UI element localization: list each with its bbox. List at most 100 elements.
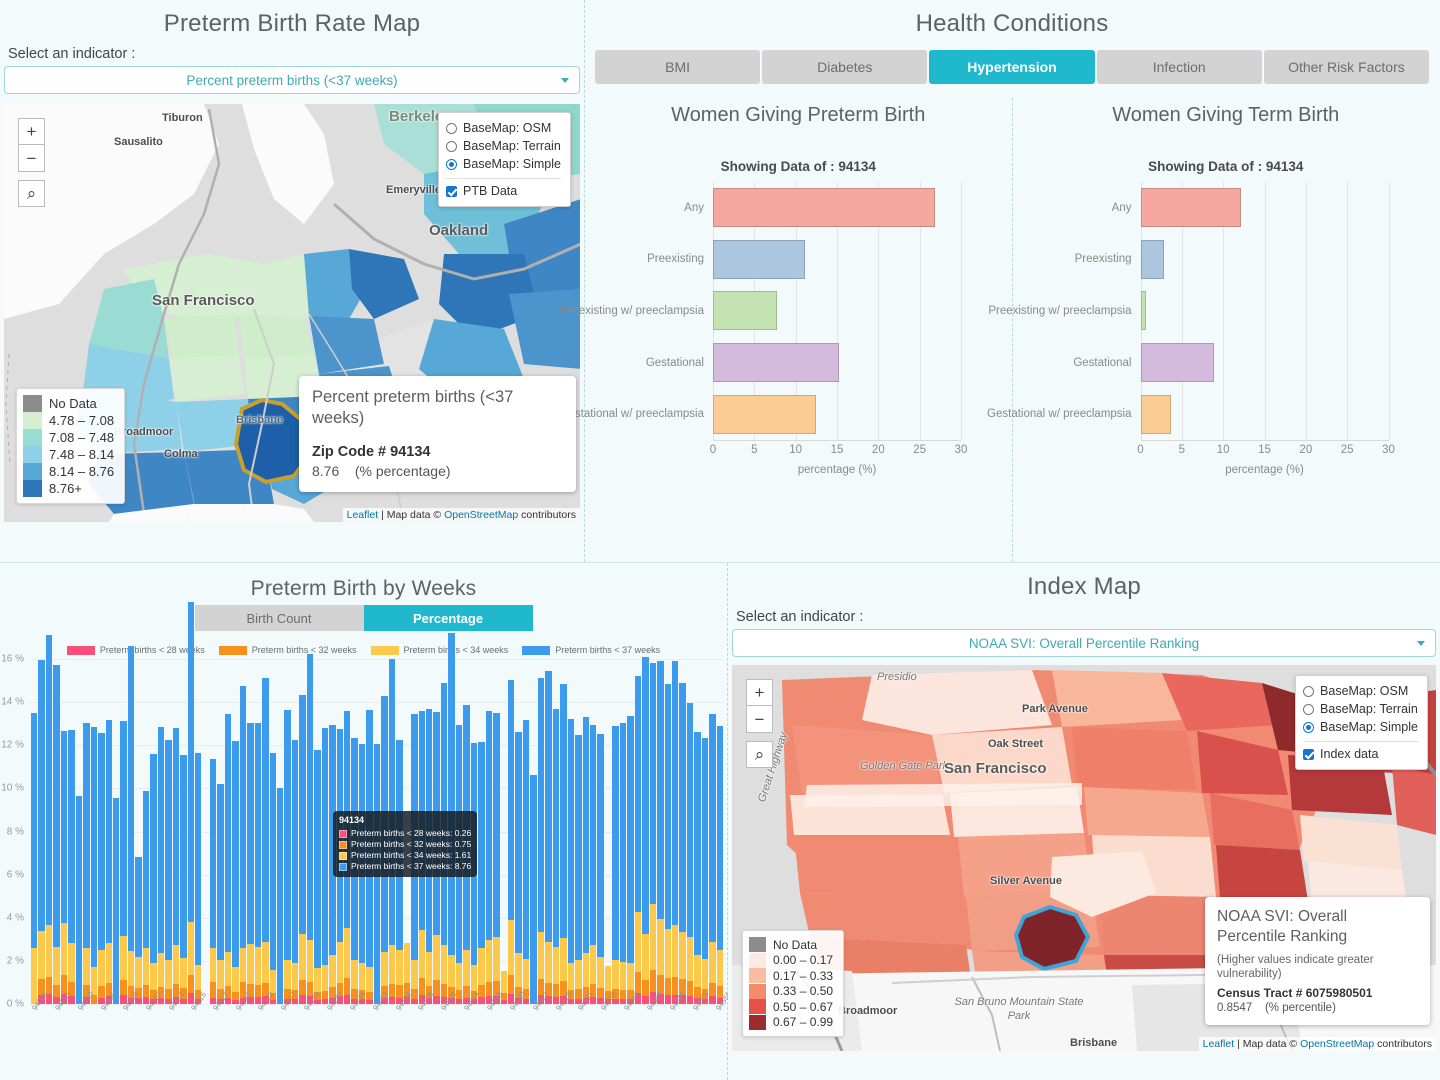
- stacked-bar[interactable]: [485, 711, 493, 1004]
- stacked-bar[interactable]: [530, 775, 537, 1004]
- stacked-bar[interactable]: [679, 682, 686, 1004]
- layers-control[interactable]: BaseMap: OSM BaseMap: Terrain BaseMap: S…: [438, 112, 571, 207]
- stacked-bar[interactable]: [262, 677, 269, 1004]
- legend-item[interactable]: Preterm births < 34 weeks: [370, 645, 508, 655]
- tab-hypertension[interactable]: Hypertension: [929, 50, 1095, 84]
- stacked-bar[interactable]: [306, 654, 314, 1004]
- basemap-terrain-option[interactable]: BaseMap: Terrain: [1303, 700, 1418, 718]
- stacked-bar[interactable]: [127, 646, 135, 1004]
- stacked-bar[interactable]: [254, 722, 262, 1004]
- stacked-bar[interactable]: [239, 685, 247, 1004]
- radio-icon[interactable]: [446, 140, 458, 152]
- basemap-simple-option[interactable]: BaseMap: Simple: [446, 155, 561, 173]
- stacked-bar[interactable]: [634, 675, 642, 1004]
- stacked-bar[interactable]: [649, 662, 657, 1004]
- stacked-bar[interactable]: [589, 725, 597, 1004]
- indicator-select[interactable]: Percent preterm births (<37 weeks): [4, 66, 580, 94]
- stacked-bar[interactable]: [180, 754, 187, 1004]
- bar[interactable]: [1140, 291, 1147, 331]
- stacked-bar[interactable]: [53, 664, 60, 1004]
- tab-other-risk-factors[interactable]: Other Risk Factors: [1263, 50, 1430, 84]
- stacked-bar[interactable]: [619, 723, 627, 1004]
- stacked-bar[interactable]: [194, 753, 202, 1004]
- radio-icon-selected[interactable]: [1303, 721, 1315, 733]
- stacked-bar[interactable]: [664, 684, 671, 1004]
- index-map-zoom-controls[interactable]: + − ⌕: [746, 679, 773, 768]
- openstreetmap-link[interactable]: OpenStreetMap: [1300, 1038, 1374, 1050]
- stacked-bar[interactable]: [537, 678, 545, 1004]
- stacked-bar[interactable]: [545, 671, 552, 1004]
- stacked-bar[interactable]: [224, 714, 232, 1004]
- tab-infection[interactable]: Infection: [1096, 50, 1262, 84]
- stacked-bar[interactable]: [217, 784, 224, 1004]
- toggle-percentage[interactable]: Percentage: [363, 605, 533, 631]
- stacked-bar[interactable]: [112, 798, 120, 1004]
- stacked-bar[interactable]: [493, 713, 500, 1004]
- basemap-osm-option[interactable]: BaseMap: OSM: [1303, 682, 1418, 700]
- bar[interactable]: [713, 188, 936, 228]
- stacked-bar[interactable]: [90, 726, 98, 1004]
- stacked-bar[interactable]: [247, 722, 254, 1004]
- health-condition-tabs[interactable]: BMI Diabetes Hypertension Infection Other Ri…: [585, 50, 1439, 84]
- preterm-map[interactable]: Tiburon Sausalito Berkeley Emeryville Oa…: [4, 104, 580, 522]
- stacked-bar[interactable]: [105, 719, 112, 1004]
- index-map[interactable]: Presidio Park Avenue Oak Street Golden G…: [732, 665, 1436, 1051]
- ptb-data-option[interactable]: PTB Data: [446, 182, 561, 200]
- stacked-bar[interactable]: [657, 660, 664, 1004]
- stacked-bar[interactable]: [560, 683, 567, 1004]
- stacked-bar[interactable]: [45, 634, 53, 1004]
- stacked-bar[interactable]: [686, 702, 694, 1004]
- stacked-bar[interactable]: [31, 712, 38, 1004]
- stacked-bar[interactable]: [38, 660, 45, 1004]
- zoom-in-button[interactable]: +: [746, 679, 773, 706]
- index-data-option[interactable]: Index data: [1303, 745, 1418, 763]
- stacked-bar[interactable]: [150, 754, 157, 1004]
- stacked-bar[interactable]: [284, 709, 291, 1004]
- bar[interactable]: [713, 394, 817, 434]
- bar[interactable]: [1140, 343, 1215, 383]
- openstreetmap-link[interactable]: OpenStreetMap: [444, 509, 518, 521]
- weeks-toggle[interactable]: Birth Count Percentage: [0, 605, 727, 631]
- index-indicator-select[interactable]: NOAA SVI: Overall Percentile Ranking: [732, 629, 1436, 657]
- legend-item[interactable]: Preterm births < 28 weeks: [66, 645, 205, 655]
- bar[interactable]: [713, 239, 805, 279]
- bar[interactable]: [713, 343, 840, 383]
- stacked-bar[interactable]: [694, 731, 701, 1004]
- tab-diabetes[interactable]: Diabetes: [762, 50, 928, 84]
- stacked-bar[interactable]: [515, 732, 522, 1004]
- stacked-bar[interactable]: [98, 733, 105, 1004]
- stacked-bar[interactable]: [321, 727, 329, 1004]
- checkbox-icon-checked[interactable]: [446, 185, 458, 197]
- stacked-bar[interactable]: [83, 722, 90, 1004]
- search-icon[interactable]: ⌕: [18, 180, 45, 207]
- stacked-bar[interactable]: [642, 656, 649, 1004]
- zoom-out-button[interactable]: −: [746, 706, 773, 733]
- stacked-bar[interactable]: [575, 734, 582, 1004]
- stacked-bar[interactable]: [299, 695, 306, 1004]
- basemap-osm-option[interactable]: BaseMap: OSM: [446, 119, 561, 137]
- stacked-bar[interactable]: [478, 742, 485, 1004]
- stacked-bar[interactable]: [671, 661, 679, 1004]
- stacked-bar[interactable]: [68, 730, 75, 1004]
- tab-bmi[interactable]: BMI: [595, 50, 761, 84]
- toggle-birth-count[interactable]: Birth Count: [194, 605, 364, 631]
- stacked-bar[interactable]: [276, 788, 284, 1004]
- stacked-bar[interactable]: [60, 730, 68, 1004]
- legend-item[interactable]: Preterm births < 37 weeks: [522, 645, 660, 655]
- leaflet-link[interactable]: Leaflet: [1203, 1038, 1235, 1050]
- stacked-bar[interactable]: [314, 749, 321, 1004]
- stacked-bar[interactable]: [269, 753, 276, 1004]
- bar[interactable]: [1140, 188, 1242, 228]
- stacked-bar[interactable]: [567, 718, 575, 1004]
- stacked-bar[interactable]: [701, 737, 709, 1004]
- checkbox-icon-checked[interactable]: [1303, 748, 1315, 760]
- stacked-bar[interactable]: [75, 795, 83, 1004]
- radio-icon[interactable]: [1303, 685, 1315, 697]
- basemap-terrain-option[interactable]: BaseMap: Terrain: [446, 137, 561, 155]
- legend-item[interactable]: Preterm births < 32 weeks: [218, 645, 357, 655]
- stacked-bar[interactable]: [508, 679, 515, 1004]
- stacked-bar[interactable]: [172, 728, 180, 1004]
- stacked-bar[interactable]: [612, 726, 619, 1004]
- radio-icon[interactable]: [1303, 703, 1315, 715]
- bar[interactable]: [1140, 394, 1172, 434]
